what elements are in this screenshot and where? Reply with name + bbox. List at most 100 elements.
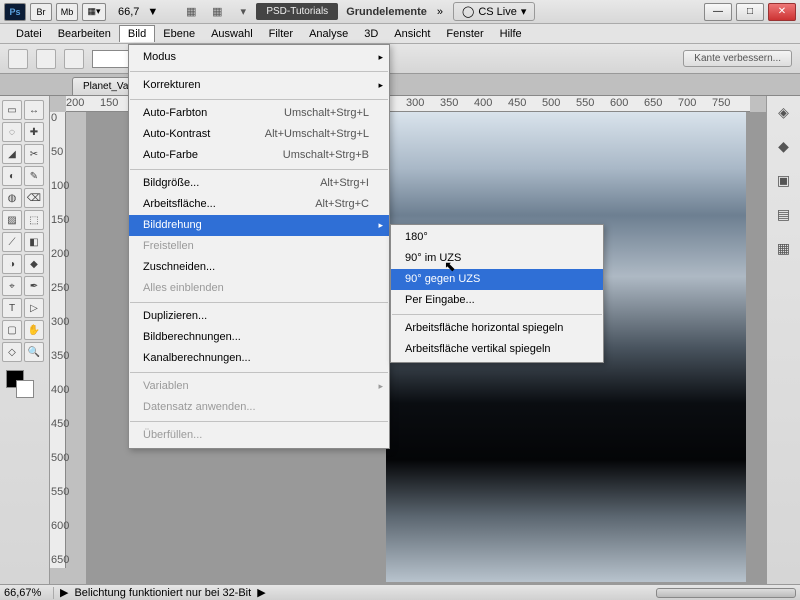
menu-item-flip-h[interactable]: Arbeitsfläche horizontal spiegeln: [391, 318, 603, 339]
background-swatch[interactable]: [16, 380, 34, 398]
menu-item-bilddrehung[interactable]: Bilddrehung: [129, 215, 389, 236]
menu-ansicht[interactable]: Ansicht: [386, 26, 438, 42]
refine-edge-button[interactable]: Kante verbessern...: [683, 50, 792, 67]
workspace-grundelemente[interactable]: Grundelemente: [346, 6, 427, 18]
workspace-psd-tutorials[interactable]: PSD-Tutorials: [256, 3, 338, 20]
options-bar: B: ⇄ H: Kante verbessern...: [0, 44, 800, 74]
tool-eraser[interactable]: ⬚: [24, 210, 44, 230]
selection-add-icon[interactable]: [64, 49, 84, 69]
panel-swatches-icon[interactable]: ◆: [774, 136, 794, 156]
menu-item-freistellen: Freistellen: [129, 236, 389, 257]
menu-datei[interactable]: Datei: [8, 26, 50, 42]
tool-brush[interactable]: ◍: [2, 188, 22, 208]
tool-gradient[interactable]: ⟋: [2, 232, 22, 252]
menu-item-bildberechnungen[interactable]: Bildberechnungen...: [129, 327, 389, 348]
selection-new-icon[interactable]: [36, 49, 56, 69]
ps-icon[interactable]: Ps: [4, 3, 26, 21]
status-arrow2-icon[interactable]: ▶: [257, 586, 265, 599]
tool-pen[interactable]: ◆: [24, 254, 44, 274]
status-arrow-icon[interactable]: ▶: [60, 586, 68, 599]
menu-3d[interactable]: 3D: [356, 26, 386, 42]
menu-item-zuschneiden[interactable]: Zuschneiden...: [129, 257, 389, 278]
tool-stamp[interactable]: ⌫: [24, 188, 44, 208]
menu-analyse[interactable]: Analyse: [301, 26, 356, 42]
menu-item-kanalberechnungen[interactable]: Kanalberechnungen...: [129, 348, 389, 369]
menu-item-variablen: Variablen: [129, 376, 389, 397]
menu-filter[interactable]: Filter: [261, 26, 301, 42]
menubar: Datei Bearbeiten Bild Ebene Auswahl Filt…: [0, 24, 800, 44]
right-panel: ◈ ◆ ▣ ▤ ▦: [766, 96, 800, 584]
minibridge-icon[interactable]: Mb: [56, 3, 78, 21]
panel-channels-icon[interactable]: ▦: [774, 238, 794, 258]
zoom-level[interactable]: 66,7: [118, 6, 139, 18]
color-swatches[interactable]: [6, 370, 36, 400]
tool-zoom[interactable]: 🔍: [24, 342, 44, 362]
scrollbar-thumb[interactable]: [656, 588, 796, 598]
status-bar: 66,67% ▶ Belichtung funktioniert nur bei…: [0, 584, 800, 600]
workspace-more-icon[interactable]: »: [437, 6, 443, 18]
tool-3d2[interactable]: ▢: [2, 320, 22, 340]
tool-wand[interactable]: ✚: [24, 122, 44, 142]
tool-marquee[interactable]: ▭: [2, 100, 22, 120]
document-tabs: Planet_Var Unbenannt-1 bei 66,7% (RGB/8)…: [0, 74, 800, 96]
menu-item-arbeitsflaeche[interactable]: Arbeitsfläche...Alt+Strg+C: [129, 194, 389, 215]
menu-item-per-eingabe[interactable]: Per Eingabe...: [391, 290, 603, 311]
zoom-dropdown-icon[interactable]: ▼: [147, 6, 158, 18]
tool-dodge[interactable]: ◑: [2, 254, 22, 274]
bridge-icon[interactable]: Br: [30, 3, 52, 21]
tool-move[interactable]: ↔: [24, 100, 44, 120]
menu-item-modus[interactable]: Modus: [129, 47, 389, 68]
cursor-icon: ⬉: [444, 258, 456, 275]
menu-item-auto-kontrast[interactable]: Auto-KontrastAlt+Umschalt+Strg+L: [129, 124, 389, 145]
menu-bild-dropdown: Modus Korrekturen Auto-FarbtonUmschalt+S…: [128, 44, 390, 449]
menu-item-bildgroesse[interactable]: Bildgröße...Alt+Strg+I: [129, 173, 389, 194]
tool-path[interactable]: ✒: [24, 276, 44, 296]
screenmode-icon[interactable]: ▦▾: [82, 3, 106, 21]
menu-bearbeiten[interactable]: Bearbeiten: [50, 26, 119, 42]
menu-ebene[interactable]: Ebene: [155, 26, 203, 42]
menu-bild[interactable]: Bild: [119, 25, 155, 42]
menu-fenster[interactable]: Fenster: [438, 26, 491, 42]
tool-preset-icon[interactable]: [8, 49, 28, 69]
maximize-button[interactable]: □: [736, 3, 764, 21]
tool-crop[interactable]: ◢: [2, 144, 22, 164]
status-zoom[interactable]: 66,67%: [4, 587, 54, 599]
hand-tool-icon[interactable]: ▦: [182, 4, 200, 20]
panel-layers-icon[interactable]: ▤: [774, 204, 794, 224]
cslive-button[interactable]: ◯CS Live▾: [453, 2, 535, 21]
menu-item-auto-farbe[interactable]: Auto-FarbeUmschalt+Strg+B: [129, 145, 389, 166]
menu-auswahl[interactable]: Auswahl: [203, 26, 261, 42]
tool-type[interactable]: ⌖: [2, 276, 22, 296]
panel-adjust-icon[interactable]: ▣: [774, 170, 794, 190]
menu-item-90ccw[interactable]: 90° gegen UZS: [391, 269, 603, 290]
menu-item-korrekturen[interactable]: Korrekturen: [129, 75, 389, 96]
tool-rotate[interactable]: ◇: [2, 342, 22, 362]
tool-shape[interactable]: T: [2, 298, 22, 318]
status-message: Belichtung funktioniert nur bei 32-Bit: [74, 587, 251, 599]
tool-eyedropper[interactable]: ◐: [2, 166, 22, 186]
menu-item-ueberfuellen: Überfüllen...: [129, 425, 389, 446]
tool-slice[interactable]: ✂: [24, 144, 44, 164]
menu-item-90cw[interactable]: 90° im UZS: [391, 248, 603, 269]
menu-item-auto-farbton[interactable]: Auto-FarbtonUmschalt+Strg+L: [129, 103, 389, 124]
tool-hand[interactable]: ✋: [24, 320, 44, 340]
tool-3d[interactable]: ▷: [24, 298, 44, 318]
menu-item-180[interactable]: 180°: [391, 227, 603, 248]
scrollbar-horizontal[interactable]: [272, 588, 796, 598]
menu-item-alles-einblenden: Alles einblenden: [129, 278, 389, 299]
tool-history[interactable]: ▨: [2, 210, 22, 230]
close-button[interactable]: ✕: [768, 3, 796, 21]
tool-blur[interactable]: ◧: [24, 232, 44, 252]
titlebar: Ps Br Mb ▦▾ 66,7 ▼ ▦ ▦ ▾ PSD-Tutorials G…: [0, 0, 800, 24]
menu-item-duplizieren[interactable]: Duplizieren...: [129, 306, 389, 327]
tool-lasso[interactable]: ◌: [2, 122, 22, 142]
menu-hilfe[interactable]: Hilfe: [492, 26, 530, 42]
minimize-button[interactable]: —: [704, 3, 732, 21]
zoom-tool-icon[interactable]: ▦: [208, 4, 226, 20]
toolbox: ▭ ↔ ◌ ✚ ◢ ✂ ◐ ✎ ◍ ⌫ ▨ ⬚ ⟋ ◧ ◑ ◆ ⌖ ✒ T ▷ …: [0, 96, 50, 584]
tool-heal[interactable]: ✎: [24, 166, 44, 186]
menu-item-datensatz: Datensatz anwenden...: [129, 397, 389, 418]
menu-item-flip-v[interactable]: Arbeitsfläche vertikal spiegeln: [391, 339, 603, 360]
panel-color-icon[interactable]: ◈: [774, 102, 794, 122]
arrange-icon[interactable]: ▾: [234, 4, 252, 20]
